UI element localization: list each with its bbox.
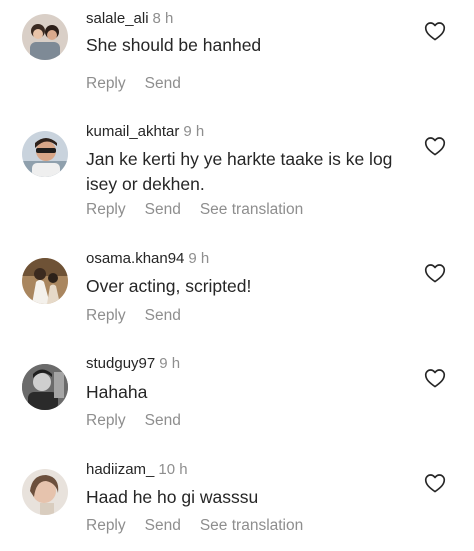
comment-header: kumail_akhtar 9 h bbox=[86, 123, 204, 141]
comment-header: salale_ali 8 h bbox=[86, 10, 173, 28]
username[interactable]: kumail_akhtar bbox=[86, 123, 179, 140]
timestamp: 9 h bbox=[183, 123, 205, 140]
send-button[interactable]: Send bbox=[145, 307, 181, 324]
send-button[interactable]: Send bbox=[145, 517, 181, 534]
timestamp: 9 h bbox=[188, 250, 210, 267]
comment-actions: Reply Send bbox=[86, 412, 200, 430]
comment-actions: Reply Send See translation bbox=[86, 201, 322, 219]
timestamp: 9 h bbox=[159, 355, 181, 372]
username[interactable]: hadiizam_ bbox=[86, 461, 154, 478]
timestamp: 8 h bbox=[152, 10, 174, 27]
heart-outline-icon[interactable] bbox=[424, 21, 446, 41]
username[interactable]: studguy97 bbox=[86, 355, 155, 372]
avatar[interactable] bbox=[22, 469, 68, 515]
username[interactable]: salale_ali bbox=[86, 10, 149, 27]
reply-button[interactable]: Reply bbox=[86, 412, 126, 429]
comment-actions: Reply Send bbox=[86, 75, 200, 93]
avatar[interactable] bbox=[22, 258, 68, 304]
comment-text: Jan ke kerti hy ye harkte taake is ke lo… bbox=[86, 149, 393, 194]
comment-actions: Reply Send See translation bbox=[86, 517, 322, 535]
send-button[interactable]: Send bbox=[145, 75, 181, 92]
heart-outline-icon[interactable] bbox=[424, 263, 446, 283]
comment-header: hadiizam_ 10 h bbox=[86, 461, 188, 479]
username[interactable]: osama.khan94 bbox=[86, 250, 184, 267]
comment-text: She should be hanhed bbox=[86, 35, 262, 55]
comment-actions: Reply Send bbox=[86, 307, 200, 325]
see-translation-button[interactable]: See translation bbox=[200, 201, 303, 218]
avatar[interactable] bbox=[22, 14, 68, 60]
reply-button[interactable]: Reply bbox=[86, 201, 126, 218]
heart-outline-icon[interactable] bbox=[424, 473, 446, 493]
avatar[interactable] bbox=[22, 131, 68, 177]
reply-button[interactable]: Reply bbox=[86, 75, 126, 92]
comment-text: Over acting, scripted! bbox=[86, 276, 252, 296]
heart-outline-icon[interactable] bbox=[424, 368, 446, 388]
send-button[interactable]: Send bbox=[145, 412, 181, 429]
comment-header: osama.khan94 9 h bbox=[86, 250, 209, 268]
comment-text: Hahaha bbox=[86, 382, 148, 402]
timestamp: 10 h bbox=[158, 461, 188, 478]
heart-outline-icon[interactable] bbox=[424, 136, 446, 156]
reply-button[interactable]: Reply bbox=[86, 517, 126, 534]
comment-text: Haad he ho gi wasssu bbox=[86, 487, 259, 507]
send-button[interactable]: Send bbox=[145, 201, 181, 218]
see-translation-button[interactable]: See translation bbox=[200, 517, 303, 534]
reply-button[interactable]: Reply bbox=[86, 307, 126, 324]
avatar[interactable] bbox=[22, 364, 68, 410]
comment-header: studguy97 9 h bbox=[86, 355, 180, 373]
